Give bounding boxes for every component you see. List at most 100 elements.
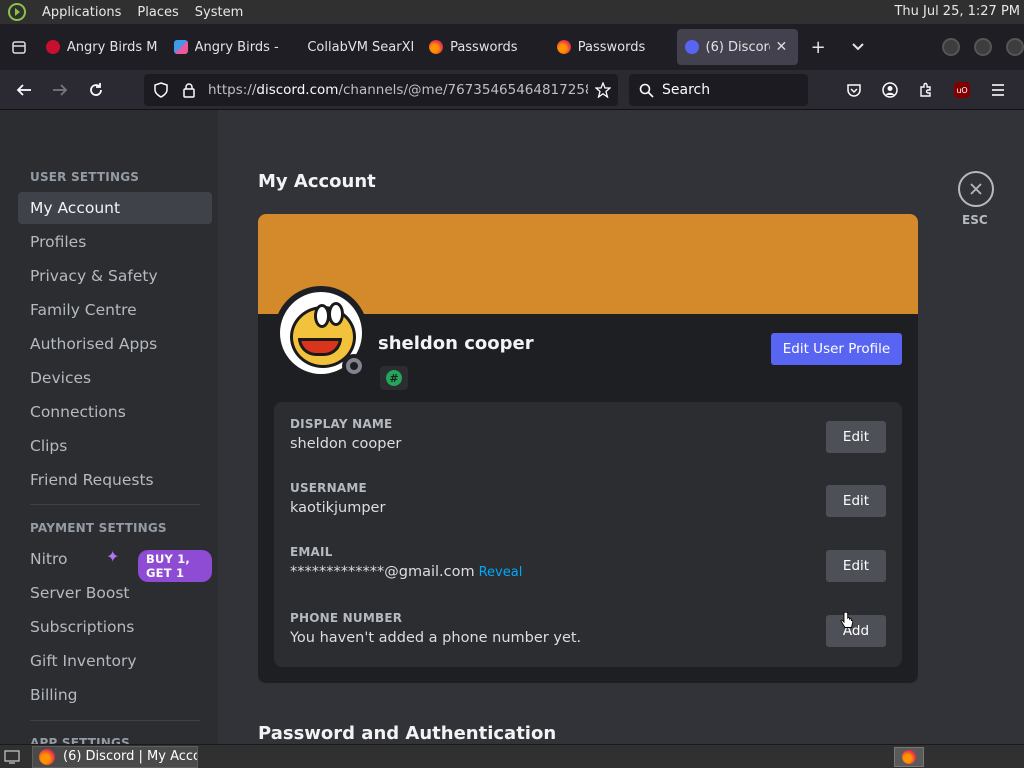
ublock-origin-icon: uO: [954, 82, 970, 98]
menu-applications[interactable]: Applications: [42, 5, 121, 20]
sidebar-item-privacy-safety[interactable]: Privacy & Safety: [18, 260, 212, 292]
sidebar-item-my-account[interactable]: My Account: [18, 192, 212, 224]
add-phone-button[interactable]: Add: [826, 615, 886, 647]
edit-user-profile-button[interactable]: Edit User Profile: [771, 333, 902, 365]
search-bar[interactable]: Search: [629, 74, 808, 106]
back-button[interactable]: [6, 74, 42, 106]
sidebar-item-friend-requests[interactable]: Friend Requests: [18, 464, 212, 496]
tab-title: CollabVM SearXN: [307, 39, 414, 55]
list-all-tabs-button[interactable]: [838, 29, 878, 65]
sidebar-item-label: Nitro: [30, 550, 68, 568]
hamburger-menu-icon: [992, 84, 1004, 96]
forward-button[interactable]: [42, 74, 78, 106]
angry-birds-grid-icon: [173, 40, 188, 54]
bookmark-star-icon[interactable]: [588, 82, 618, 98]
close-settings-button[interactable]: [958, 171, 994, 207]
profile-badge[interactable]: #: [380, 366, 408, 390]
payment-settings-heading: PAYMENT SETTINGS: [30, 521, 167, 535]
nav-bar: https://discord.com/channels/@me/7673546…: [0, 70, 1024, 110]
firefox-icon: [429, 40, 444, 54]
field-value: *************@gmail.com Reveal: [290, 564, 886, 580]
settings-sidebar: USER SETTINGS My Account Profiles Privac…: [0, 110, 218, 744]
tab-angry-birds-2[interactable]: Angry Birds -: [166, 29, 294, 65]
field-label: PHONE NUMBER: [290, 611, 403, 625]
account-button[interactable]: [872, 74, 908, 106]
sidebar-item-authorised-apps[interactable]: Authorised Apps: [18, 328, 212, 360]
show-desktop-button[interactable]: [0, 746, 24, 768]
tab-collabvm-searxng[interactable]: CollabVM SearXN: [293, 29, 421, 65]
edit-display-name-button[interactable]: Edit: [826, 421, 886, 453]
close-tab-icon[interactable]: ✕: [776, 39, 788, 55]
hash-icon: #: [386, 370, 402, 386]
display-name-field: DISPLAY NAME sheldon cooper Edit: [290, 417, 886, 453]
menu-places[interactable]: Places: [137, 5, 178, 20]
username-field: USERNAME kaotikjumper Edit: [290, 481, 886, 517]
lock-icon[interactable]: [178, 82, 200, 98]
taskbar-window-firefox[interactable]: (6) Discord | My Acco...: [32, 745, 198, 768]
field-label: USERNAME: [290, 481, 367, 495]
angry-birds-icon: [45, 40, 60, 54]
tab-passwords-2[interactable]: Passwords: [549, 29, 677, 65]
search-icon: [639, 83, 654, 98]
firefox-view-button[interactable]: [0, 24, 38, 70]
tab-title: (6) Discord: [705, 39, 770, 55]
account-icon: [882, 82, 898, 98]
sidebar-item-family-centre[interactable]: Family Centre: [18, 294, 212, 326]
firefox-view-icon: [12, 41, 26, 54]
sidebar-item-subscriptions[interactable]: Subscriptions: [18, 611, 212, 643]
minimize-window-button[interactable]: [942, 38, 961, 56]
profile-username: sheldon cooper: [378, 333, 534, 354]
edit-username-button[interactable]: Edit: [826, 485, 886, 517]
firefox-icon: [39, 748, 55, 765]
tab-discord[interactable]: (6) Discord ✕: [676, 29, 799, 65]
sparkle-icon: ✦: [106, 547, 120, 566]
sidebar-item-connections[interactable]: Connections: [18, 396, 212, 428]
user-settings-heading: USER SETTINGS: [30, 170, 140, 184]
url-prefix: https://: [208, 82, 257, 98]
profile-banner: [258, 214, 918, 314]
reload-button[interactable]: [78, 74, 114, 106]
url-text[interactable]: https://discord.com/channels/@me/7673546…: [208, 82, 588, 98]
close-window-button[interactable]: [1006, 38, 1024, 56]
sidebar-item-clips[interactable]: Clips: [18, 430, 212, 462]
avatar[interactable]: [274, 286, 368, 380]
sidebar-item-devices[interactable]: Devices: [18, 362, 212, 394]
ublock-origin-button[interactable]: uO: [944, 74, 980, 106]
account-fields: DISPLAY NAME sheldon cooper Edit USERNAM…: [274, 402, 902, 667]
app-menu-button[interactable]: [980, 74, 1016, 106]
tab-angry-birds-1[interactable]: Angry Birds M: [38, 29, 166, 65]
tracking-protection-shield-icon[interactable]: [150, 82, 172, 98]
tray-firefox-button[interactable]: [894, 747, 924, 767]
hand-cursor-icon: [840, 611, 854, 634]
desktop-icon: [4, 749, 20, 764]
sidebar-item-gift-inventory[interactable]: Gift Inventory: [18, 645, 212, 677]
field-label: EMAIL: [290, 545, 333, 559]
sidebar-item-profiles[interactable]: Profiles: [18, 226, 212, 258]
clock[interactable]: Thu Jul 25, 1:27 PM: [894, 4, 1020, 19]
field-value: You haven't added a phone number yet.: [290, 630, 582, 646]
maximize-window-button[interactable]: [974, 38, 993, 56]
tab-title: Angry Birds -: [194, 39, 279, 55]
pocket-button[interactable]: [836, 74, 872, 106]
menu-system[interactable]: System: [195, 5, 243, 20]
tab-passwords-1[interactable]: Passwords: [421, 29, 549, 65]
arrow-right-icon: [53, 83, 68, 96]
account-card: sheldon cooper # Edit User Profile DISPL…: [258, 214, 918, 683]
discord-icon: [684, 40, 699, 54]
applications-logo-icon[interactable]: [8, 3, 26, 21]
tab-title: Angry Birds M: [66, 39, 158, 55]
url-bar[interactable]: https://discord.com/channels/@me/7673546…: [144, 74, 618, 106]
password-auth-heading: Password and Authentication: [258, 723, 557, 744]
edit-email-button[interactable]: Edit: [826, 550, 886, 582]
chevron-down-icon: [852, 43, 864, 51]
firefox-icon: [556, 40, 571, 54]
field-value: kaotikjumper: [290, 500, 386, 516]
new-tab-button[interactable]: +: [798, 29, 838, 65]
reveal-email-link[interactable]: Reveal: [479, 565, 523, 580]
sidebar-item-billing[interactable]: Billing: [18, 679, 212, 711]
puzzle-icon: [920, 82, 931, 97]
sidebar-item-server-boost[interactable]: Server Boost: [18, 577, 212, 609]
sidebar-item-nitro[interactable]: Nitro ✦ BUY 1, GET 1: [18, 543, 212, 582]
email-field: EMAIL *************@gmail.com Reveal Edit: [290, 545, 886, 582]
extensions-button[interactable]: [908, 74, 944, 106]
